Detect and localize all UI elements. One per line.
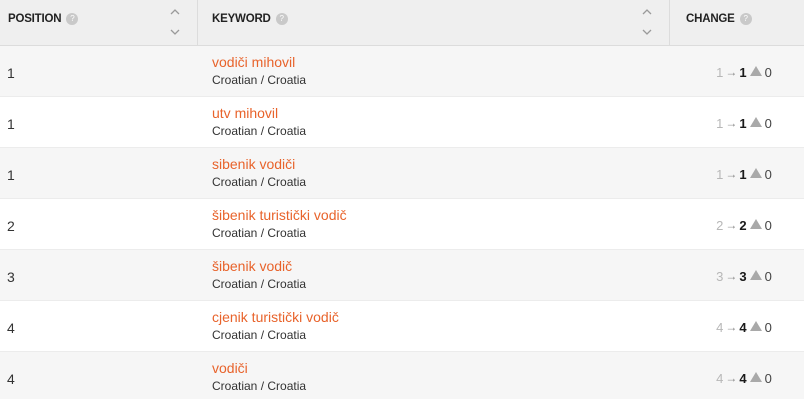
keyword-cell: šibenik vodič Croatian / Croatia	[198, 250, 670, 300]
chevron-down-icon	[170, 29, 180, 35]
arrow-right-icon: →	[725, 116, 738, 130]
previous-position: 2	[716, 217, 724, 233]
change-cell: 2 → 2 0	[670, 199, 804, 249]
current-position: 3	[739, 268, 747, 284]
keyword-header-label: KEYWORD	[212, 13, 271, 25]
previous-position: 1	[716, 166, 724, 182]
keyword-language: Croatian / Croatia	[212, 328, 307, 342]
previous-position: 4	[716, 319, 724, 335]
keyword-language: Croatian / Croatia	[212, 277, 307, 291]
table-row: 4 cjenik turistički vodič Croatian / Cro…	[0, 301, 804, 352]
keyword-language: Croatian / Croatia	[212, 73, 307, 87]
keyword-cell: utv mihovil Croatian / Croatia	[198, 97, 670, 147]
triangle-up-icon	[749, 219, 762, 229]
keyword-cell: sibenik vodiči Croatian / Croatia	[198, 148, 670, 198]
keyword-link[interactable]: vodiči	[212, 360, 670, 377]
keyword-link[interactable]: sibenik vodiči	[212, 156, 670, 173]
keyword-language: Croatian / Croatia	[212, 226, 307, 240]
change-cell: 1 → 1 0	[670, 148, 804, 198]
keyword-language: Croatian / Croatia	[212, 124, 307, 138]
keyword-rankings-table: POSITION ? KEYWORD ? CHANGE ? 1 vodiči m…	[0, 0, 804, 399]
chevron-up-icon	[170, 9, 180, 15]
info-icon[interactable]: ?	[739, 13, 752, 25]
keyword-language: Croatian / Croatia	[212, 175, 307, 189]
keyword-link[interactable]: utv mihovil	[212, 105, 670, 122]
info-icon[interactable]: ?	[66, 13, 79, 25]
triangle-up-icon	[749, 168, 762, 178]
current-position: 1	[739, 115, 747, 131]
previous-position: 1	[716, 64, 724, 80]
keyword-cell: cjenik turistički vodič Croatian / Croat…	[198, 301, 670, 351]
position-delta: 0	[764, 268, 772, 284]
chevron-down-icon	[642, 29, 652, 35]
position-delta: 0	[764, 319, 772, 335]
change-cell: 1 → 1 0	[670, 97, 804, 147]
position-delta: 0	[764, 166, 772, 182]
keyword-cell: vodiči Croatian / Croatia	[198, 352, 670, 399]
change-column-header[interactable]: CHANGE ?	[670, 0, 804, 46]
keyword-link[interactable]: šibenik turistički vodič	[212, 207, 670, 224]
sort-icon[interactable]	[640, 9, 654, 35]
change-cell: 4 → 4 0	[670, 352, 804, 399]
keyword-link[interactable]: šibenik vodič	[212, 258, 670, 275]
arrow-right-icon: →	[725, 269, 738, 283]
change-cell: 4 → 4 0	[670, 301, 804, 351]
table-row: 4 vodiči Croatian / Croatia 4 → 4 0	[0, 352, 804, 399]
keyword-cell: vodiči mihovil Croatian / Croatia	[198, 46, 670, 96]
arrow-right-icon: →	[725, 218, 738, 232]
current-position: 1	[739, 64, 747, 80]
current-position: 2	[739, 217, 747, 233]
current-position: 4	[739, 319, 747, 335]
triangle-up-icon	[749, 66, 762, 76]
position-cell: 3	[7, 269, 15, 285]
position-cell: 1	[7, 116, 15, 132]
position-cell: 1	[7, 167, 15, 183]
keyword-language: Croatian / Croatia	[212, 379, 307, 393]
arrow-right-icon: →	[725, 371, 738, 385]
chevron-up-icon	[642, 9, 652, 15]
previous-position: 3	[716, 268, 724, 284]
table-row: 2 šibenik turistički vodič Croatian / Cr…	[0, 199, 804, 250]
table-row: 1 vodiči mihovil Croatian / Croatia 1 → …	[0, 46, 804, 97]
table-row: 3 šibenik vodič Croatian / Croatia 3 → 3…	[0, 250, 804, 301]
keyword-link[interactable]: cjenik turistički vodič	[212, 309, 670, 326]
arrow-right-icon: →	[725, 65, 738, 79]
change-cell: 1 → 1 0	[670, 46, 804, 96]
sort-icon[interactable]	[168, 9, 182, 35]
arrow-right-icon: →	[725, 167, 738, 181]
position-cell: 1	[7, 65, 15, 81]
previous-position: 4	[716, 370, 724, 386]
keyword-cell: šibenik turistički vodič Croatian / Croa…	[198, 199, 670, 249]
triangle-up-icon	[749, 372, 762, 382]
position-cell: 4	[7, 371, 15, 387]
position-cell: 2	[7, 218, 15, 234]
triangle-up-icon	[749, 117, 762, 127]
change-cell: 3 → 3 0	[670, 250, 804, 300]
current-position: 1	[739, 166, 747, 182]
triangle-up-icon	[749, 270, 762, 280]
table-row: 1 sibenik vodiči Croatian / Croatia 1 → …	[0, 148, 804, 199]
position-delta: 0	[764, 64, 772, 80]
position-column-header[interactable]: POSITION ?	[0, 0, 198, 46]
previous-position: 1	[716, 115, 724, 131]
position-cell: 4	[7, 320, 15, 336]
table-row: 1 utv mihovil Croatian / Croatia 1 → 1 0	[0, 97, 804, 148]
triangle-up-icon	[749, 321, 762, 331]
arrow-right-icon: →	[725, 320, 738, 334]
position-delta: 0	[764, 115, 772, 131]
position-delta: 0	[764, 370, 772, 386]
position-delta: 0	[764, 217, 772, 233]
info-icon[interactable]: ?	[275, 13, 288, 25]
position-header-label: POSITION	[8, 13, 62, 25]
keyword-link[interactable]: vodiči mihovil	[212, 54, 670, 71]
table-header: POSITION ? KEYWORD ? CHANGE ?	[0, 0, 804, 46]
current-position: 4	[739, 370, 747, 386]
change-header-label: CHANGE	[686, 13, 735, 25]
keyword-column-header[interactable]: KEYWORD ?	[198, 0, 670, 46]
